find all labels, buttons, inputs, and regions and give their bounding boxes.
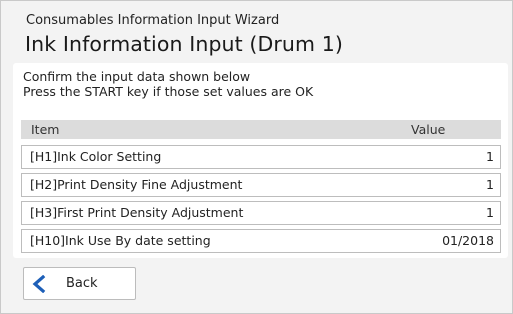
table-row: [H1]Ink Color Setting 1	[21, 145, 501, 169]
row-label: [H10]Ink Use By date setting	[30, 233, 211, 248]
confirmation-panel: Confirm the input data shown below Press…	[13, 63, 508, 258]
row-label: [H3]First Print Density Adjustment	[30, 205, 244, 220]
row-value: 01/2018	[442, 233, 494, 248]
wizard-window: Consumables Information Input Wizard Ink…	[0, 0, 513, 314]
row-label: [H2]Print Density Fine Adjustment	[30, 177, 243, 192]
instruction-line-1: Confirm the input data shown below	[23, 69, 251, 84]
table-header: Item Value	[21, 120, 501, 139]
instructions: Confirm the input data shown below Press…	[23, 69, 313, 99]
column-header-value: Value	[411, 122, 446, 137]
page-title: Ink Information Input (Drum 1)	[25, 32, 343, 56]
row-value: 1	[486, 177, 494, 192]
back-button[interactable]: Back	[23, 267, 136, 300]
table-row: [H10]Ink Use By date setting 01/2018	[21, 229, 501, 253]
row-value: 1	[486, 205, 494, 220]
table-row: [H2]Print Density Fine Adjustment 1	[21, 173, 501, 197]
back-button-label: Back	[66, 276, 98, 291]
column-header-item: Item	[31, 122, 60, 137]
table-row: [H3]First Print Density Adjustment 1	[21, 201, 501, 225]
chevron-left-icon	[32, 275, 46, 293]
instruction-line-2: Press the START key if those set values …	[23, 84, 314, 99]
wizard-title: Consumables Information Input Wizard	[26, 13, 280, 28]
row-value: 1	[486, 149, 494, 164]
row-label: [H1]Ink Color Setting	[30, 149, 162, 164]
